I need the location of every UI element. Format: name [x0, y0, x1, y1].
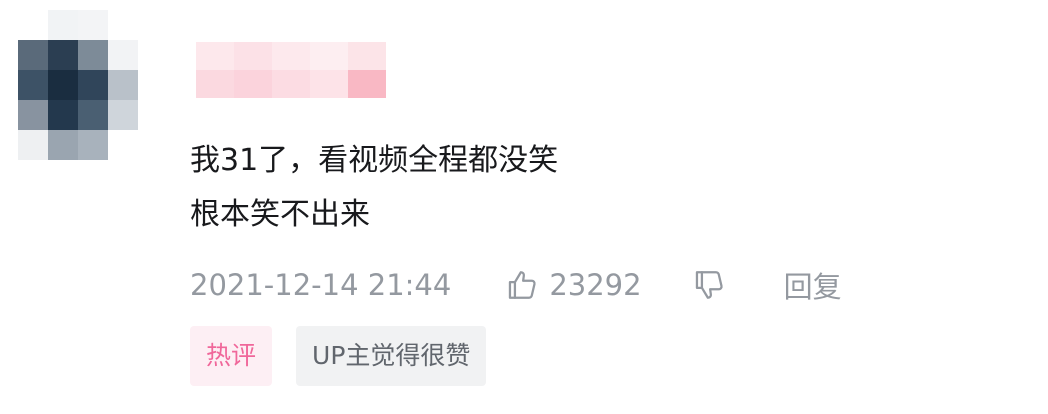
thumbs-up-icon — [509, 271, 537, 299]
comment-text-line: 我31了，看视频全程都没笑 — [190, 143, 559, 178]
up-liked-badge: UP主觉得很赞 — [296, 326, 487, 386]
comment-tags: 热评 UP主觉得很赞 — [190, 326, 510, 386]
like-button[interactable]: 23292 — [505, 268, 642, 302]
reply-button[interactable]: 回复 — [784, 264, 842, 306]
dislike-button[interactable] — [692, 268, 726, 302]
comment-item: 我31了，看视频全程都没笑 根本笑不出来 2021-12-14 21:44 23… — [0, 0, 1048, 414]
username-redacted[interactable] — [196, 42, 386, 98]
like-count: 23292 — [549, 268, 642, 302]
thumbs-down-icon — [695, 271, 723, 299]
comment-text: 我31了，看视频全程都没笑 根本笑不出来 — [190, 134, 558, 242]
comment-meta: 2021-12-14 21:44 23292 回复 — [190, 262, 842, 308]
hot-comment-badge: 热评 — [190, 326, 273, 386]
comment-text-line: 根本笑不出来 — [190, 197, 370, 232]
avatar[interactable] — [18, 10, 168, 160]
timestamp: 2021-12-14 21:44 — [190, 268, 452, 302]
